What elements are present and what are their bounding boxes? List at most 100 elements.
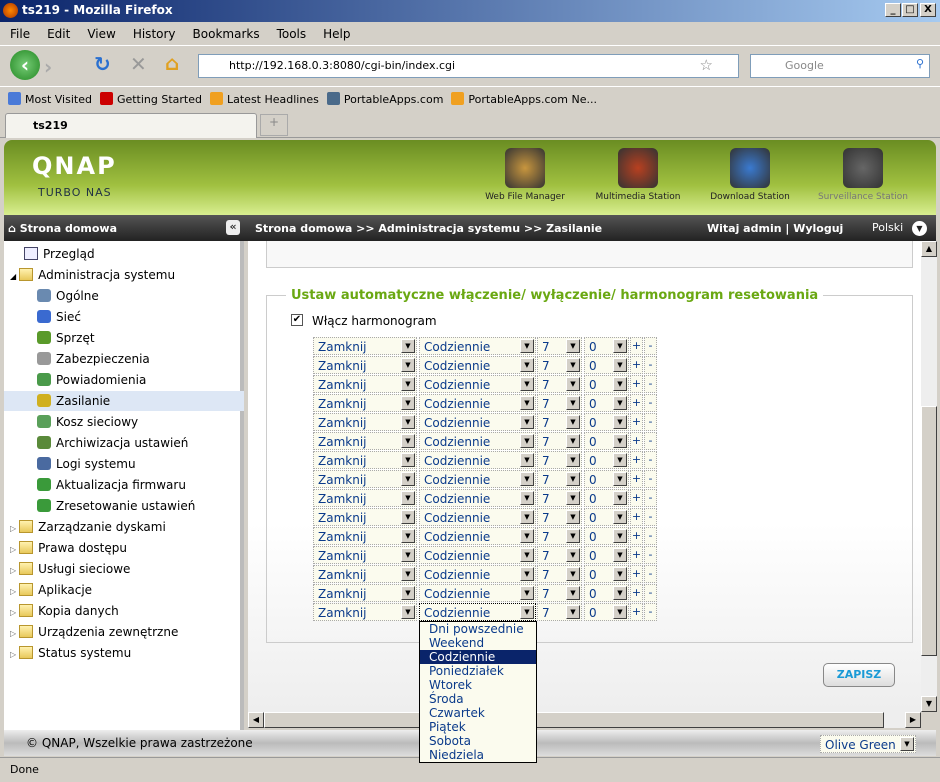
chevron-down-icon[interactable]: ▼ [613, 548, 627, 562]
day-select[interactable]: Codziennie ▼ [419, 470, 536, 488]
bookmark-star-icon[interactable]: ☆ [700, 56, 713, 74]
hour-select[interactable]: 7 ▼ [537, 470, 582, 488]
sidebar-group-1[interactable]: ▷ Zarządzanie dyskami [10, 517, 166, 537]
chevron-down-icon[interactable]: ▼ [401, 586, 415, 600]
scroll-right-button[interactable]: ▶ [905, 712, 921, 728]
chevron-down-icon[interactable]: ▼ [520, 453, 534, 467]
add-row-button[interactable]: + [630, 375, 643, 393]
chevron-down-icon[interactable]: ▼ [900, 737, 914, 751]
action-select[interactable]: Zamknij ▼ [313, 356, 417, 374]
back-button[interactable]: ‹ [10, 50, 40, 80]
new-tab-button[interactable]: + [260, 114, 288, 136]
add-row-button[interactable]: + [630, 451, 643, 469]
sidebar-item-11[interactable]: Zresetowanie ustawień [37, 496, 195, 516]
bookmark-item[interactable]: Getting Started [99, 92, 202, 110]
action-select[interactable]: Zamknij ▼ [313, 451, 417, 469]
sidebar-group-2[interactable]: ▷ Prawa dostępu [10, 538, 127, 558]
chevron-down-icon[interactable]: ▼ [613, 491, 627, 505]
add-row-button[interactable]: + [630, 565, 643, 583]
hour-select[interactable]: 7 ▼ [537, 603, 582, 621]
minute-select[interactable]: 0 ▼ [584, 413, 629, 431]
chevron-down-icon[interactable]: ▼ [566, 548, 580, 562]
hour-select[interactable]: 7 ▼ [537, 527, 582, 545]
chevron-down-icon[interactable]: ▼ [401, 529, 415, 543]
day-option[interactable]: Wtorek [420, 678, 536, 692]
chevron-down-icon[interactable]: ▼ [613, 339, 627, 353]
action-select[interactable]: Zamknij ▼ [313, 432, 417, 450]
app-web-file-manager[interactable]: Web File Manager [470, 148, 580, 202]
sidebar-item-5[interactable]: Powiadomienia [37, 370, 146, 390]
remove-row-button[interactable]: - [644, 584, 657, 602]
chevron-down-icon[interactable]: ▼ [613, 453, 627, 467]
hour-select[interactable]: 7 ▼ [537, 546, 582, 564]
hour-select[interactable]: 7 ▼ [537, 394, 582, 412]
hour-select[interactable]: 7 ▼ [537, 565, 582, 583]
day-option[interactable]: Dni powszednie [420, 622, 536, 636]
menu-file[interactable]: File [10, 27, 30, 45]
chevron-down-icon[interactable]: ▼ [566, 358, 580, 372]
scroll-left-button[interactable]: ◀ [248, 712, 264, 728]
add-row-button[interactable]: + [630, 527, 643, 545]
add-row-button[interactable]: + [630, 489, 643, 507]
day-option[interactable]: Niedziela [420, 748, 536, 762]
add-row-button[interactable]: + [630, 584, 643, 602]
chevron-down-icon[interactable]: ▼ [613, 415, 627, 429]
sidebar-home-link[interactable]: ⌂ Strona domowa [8, 222, 117, 235]
app-surveillance-station[interactable]: Surveillance Station [808, 148, 918, 202]
scroll-thumb[interactable] [921, 406, 937, 656]
day-option[interactable]: Codziennie [420, 650, 536, 664]
chevron-down-icon[interactable]: ▼ [613, 605, 627, 619]
chevron-down-icon[interactable]: ▼ [520, 396, 534, 410]
chevron-down-icon[interactable]: ▼ [566, 605, 580, 619]
minute-select[interactable]: 0 ▼ [584, 356, 629, 374]
hour-select[interactable]: 7 ▼ [537, 356, 582, 374]
action-select[interactable]: Zamknij ▼ [313, 546, 417, 564]
save-button[interactable]: ZAPISZ [823, 663, 895, 687]
sidebar-group-4[interactable]: ▷ Aplikacje [10, 580, 92, 600]
chevron-down-icon[interactable]: ▼ [401, 548, 415, 562]
language-select[interactable]: Polski [872, 221, 903, 234]
chevron-down-icon[interactable]: ▼ [401, 472, 415, 486]
chevron-down-icon[interactable]: ▼ [613, 510, 627, 524]
sidebar-item-7[interactable]: Kosz sieciowy [37, 412, 138, 432]
minute-select[interactable]: 0 ▼ [584, 470, 629, 488]
action-select[interactable]: Zamknij ▼ [313, 413, 417, 431]
chevron-down-icon[interactable]: ▼ [566, 396, 580, 410]
action-select[interactable]: Zamknij ▼ [313, 375, 417, 393]
remove-row-button[interactable]: - [644, 375, 657, 393]
day-select[interactable]: Codziennie ▼ [419, 603, 536, 621]
sidebar-item-4[interactable]: Zabezpieczenia [37, 349, 150, 369]
sidebar-group-3[interactable]: ▷ Usługi sieciowe [10, 559, 130, 579]
sidebar-item-przeglad[interactable]: Przegląd [24, 244, 95, 264]
forward-button[interactable]: › [44, 55, 52, 79]
hour-select[interactable]: 7 ▼ [537, 489, 582, 507]
chevron-down-icon[interactable]: ▼ [566, 529, 580, 543]
tab-ts219[interactable]: ts219 [5, 113, 257, 138]
chevron-down-icon[interactable]: ▼ [566, 434, 580, 448]
close-button[interactable]: X [920, 3, 936, 17]
hour-select[interactable]: 7 ▼ [537, 451, 582, 469]
day-option[interactable]: Weekend [420, 636, 536, 650]
minute-select[interactable]: 0 ▼ [584, 337, 629, 355]
remove-row-button[interactable]: - [644, 508, 657, 526]
chevron-down-icon[interactable]: ▼ [520, 510, 534, 524]
enable-schedule-checkbox[interactable]: ✔ [291, 314, 303, 326]
menu-history[interactable]: History [133, 27, 176, 45]
chevron-down-icon[interactable]: ▼ [401, 358, 415, 372]
search-input[interactable]: Google ⚲ [750, 54, 930, 78]
chevron-down-icon[interactable]: ▼ [613, 472, 627, 486]
day-select[interactable]: Codziennie ▼ [419, 565, 536, 583]
day-select[interactable]: Codziennie ▼ [419, 375, 536, 393]
action-select[interactable]: Zamknij ▼ [313, 394, 417, 412]
remove-row-button[interactable]: - [644, 603, 657, 621]
minute-select[interactable]: 0 ▼ [584, 527, 629, 545]
sidebar-item-9[interactable]: Logi systemu [37, 454, 136, 474]
sidebar-group-7[interactable]: ▷ Status systemu [10, 643, 131, 663]
chevron-down-icon[interactable]: ▼ [566, 339, 580, 353]
minute-select[interactable]: 0 ▼ [584, 546, 629, 564]
chevron-down-icon[interactable]: ▼ [401, 567, 415, 581]
url-bar[interactable]: http://192.168.0.3:8080/cgi-bin/index.cg… [198, 54, 739, 78]
minute-select[interactable]: 0 ▼ [584, 603, 629, 621]
vertical-scrollbar[interactable]: ▲ ▼ [921, 241, 937, 712]
chevron-down-icon[interactable]: ▼ [520, 529, 534, 543]
